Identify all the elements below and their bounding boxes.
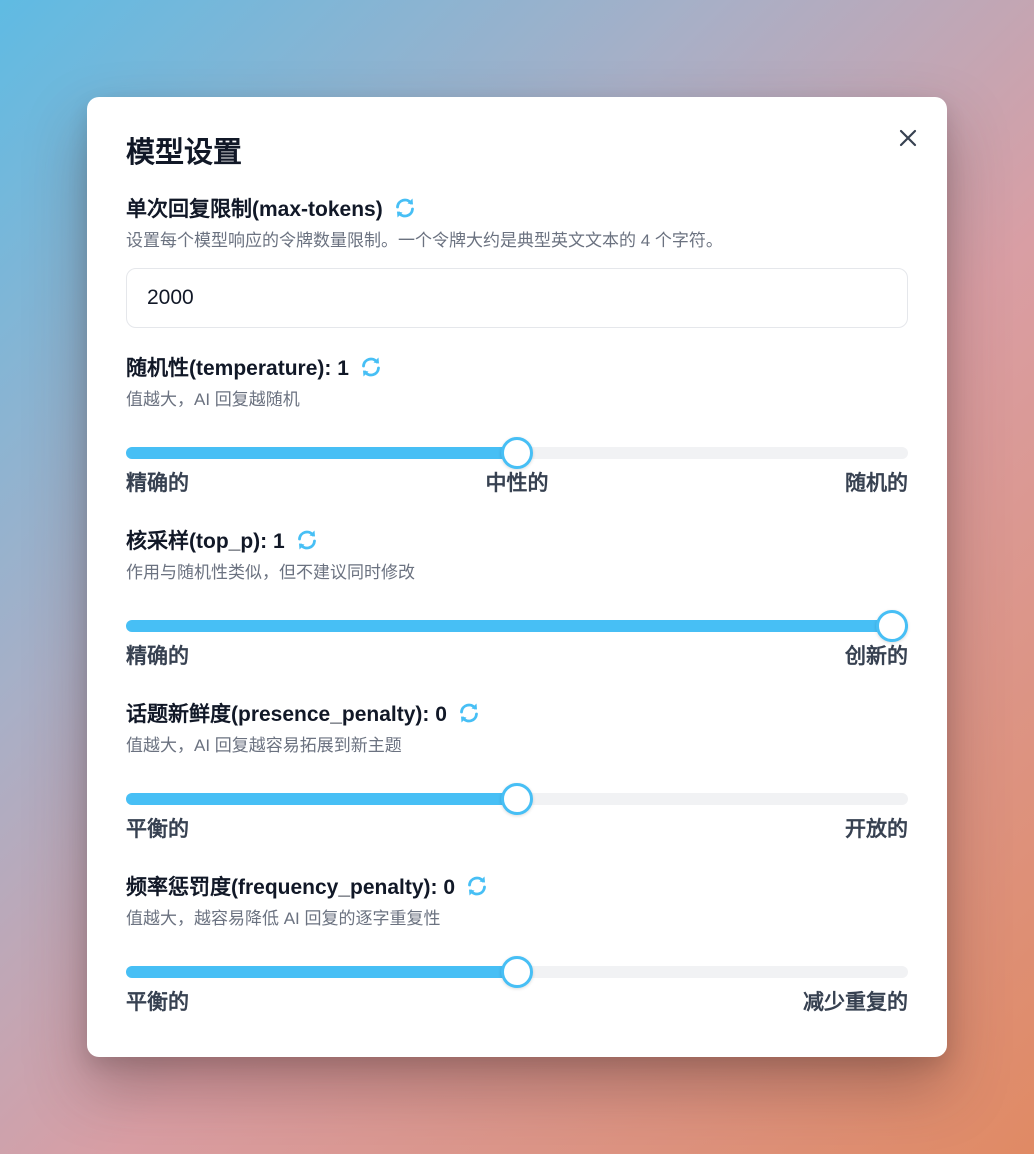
presence-penalty-label: 话题新鲜度(presence_penalty): 0 [126, 703, 447, 726]
frequency-penalty-description: 值越大，越容易降低 AI 回复的逐字重复性 [126, 909, 441, 928]
presence-penalty-marks: 平衡的 开放的 [126, 816, 908, 846]
slider-fill [126, 620, 908, 632]
slider-fill [126, 793, 517, 805]
presence-penalty-section: 话题新鲜度(presence_penalty): 0 值越大，AI 回复越容易拓… [126, 698, 908, 846]
mark-precise: 精确的 [126, 472, 189, 495]
top-p-section: 核采样(top_p): 1 作用与随机性类似，但不建议同时修改 精确的 创新的 [126, 525, 908, 673]
mark-neutral: 中性的 [485, 472, 549, 495]
frequency-penalty-section: 频率惩罚度(frequency_penalty): 0 值越大，越容易降低 AI… [126, 871, 908, 1019]
max-tokens-label: 单次回复限制(max-tokens) [126, 198, 383, 221]
mark-creative: 创新的 [845, 645, 908, 668]
refresh-icon[interactable] [393, 196, 417, 220]
mark-less-repetition: 减少重复的 [803, 991, 908, 1014]
model-settings-dialog: 模型设置 单次回复限制(max-tokens) 设置每个模型响应的令牌数量限制。… [87, 97, 947, 1057]
slider-thumb[interactable] [876, 610, 908, 642]
max-tokens-description: 设置每个模型响应的令牌数量限制。一个令牌大约是典型英文文本的 4 个字符。 [126, 231, 723, 250]
temperature-description: 值越大，AI 回复越随机 [126, 390, 300, 409]
mark-balanced: 平衡的 [126, 991, 189, 1014]
refresh-icon[interactable] [359, 355, 383, 379]
frequency-penalty-slider[interactable] [126, 955, 908, 989]
temperature-marks: 精确的 中性的 随机的 [126, 470, 908, 500]
slider-thumb[interactable] [501, 956, 533, 988]
refresh-icon[interactable] [465, 874, 489, 898]
mark-random: 随机的 [845, 472, 908, 495]
max-tokens-input[interactable] [126, 268, 908, 328]
presence-penalty-slider[interactable] [126, 782, 908, 816]
max-tokens-section: 单次回复限制(max-tokens) 设置每个模型响应的令牌数量限制。一个令牌大… [126, 193, 908, 328]
mark-precise: 精确的 [126, 645, 189, 668]
refresh-icon[interactable] [295, 528, 319, 552]
slider-thumb[interactable] [501, 437, 533, 469]
top-p-label: 核采样(top_p): 1 [126, 530, 285, 553]
temperature-section: 随机性(temperature): 1 值越大，AI 回复越随机 精确的 中性的… [126, 352, 908, 500]
slider-fill [126, 447, 517, 459]
slider-thumb[interactable] [501, 783, 533, 815]
frequency-penalty-marks: 平衡的 减少重复的 [126, 989, 908, 1019]
mark-open: 开放的 [845, 818, 908, 841]
presence-penalty-description: 值越大，AI 回复越容易拓展到新主题 [126, 736, 402, 755]
close-button[interactable] [893, 123, 923, 153]
mark-balanced: 平衡的 [126, 818, 189, 841]
top-p-slider[interactable] [126, 609, 908, 643]
slider-fill [126, 966, 517, 978]
frequency-penalty-label: 频率惩罚度(frequency_penalty): 0 [126, 876, 456, 899]
refresh-icon[interactable] [457, 701, 481, 725]
close-icon [899, 129, 917, 147]
top-p-marks: 精确的 创新的 [126, 643, 908, 673]
temperature-slider[interactable] [126, 436, 908, 470]
temperature-label: 随机性(temperature): 1 [126, 357, 349, 380]
top-p-description: 作用与随机性类似，但不建议同时修改 [126, 563, 415, 582]
dialog-title: 模型设置 [126, 137, 243, 169]
